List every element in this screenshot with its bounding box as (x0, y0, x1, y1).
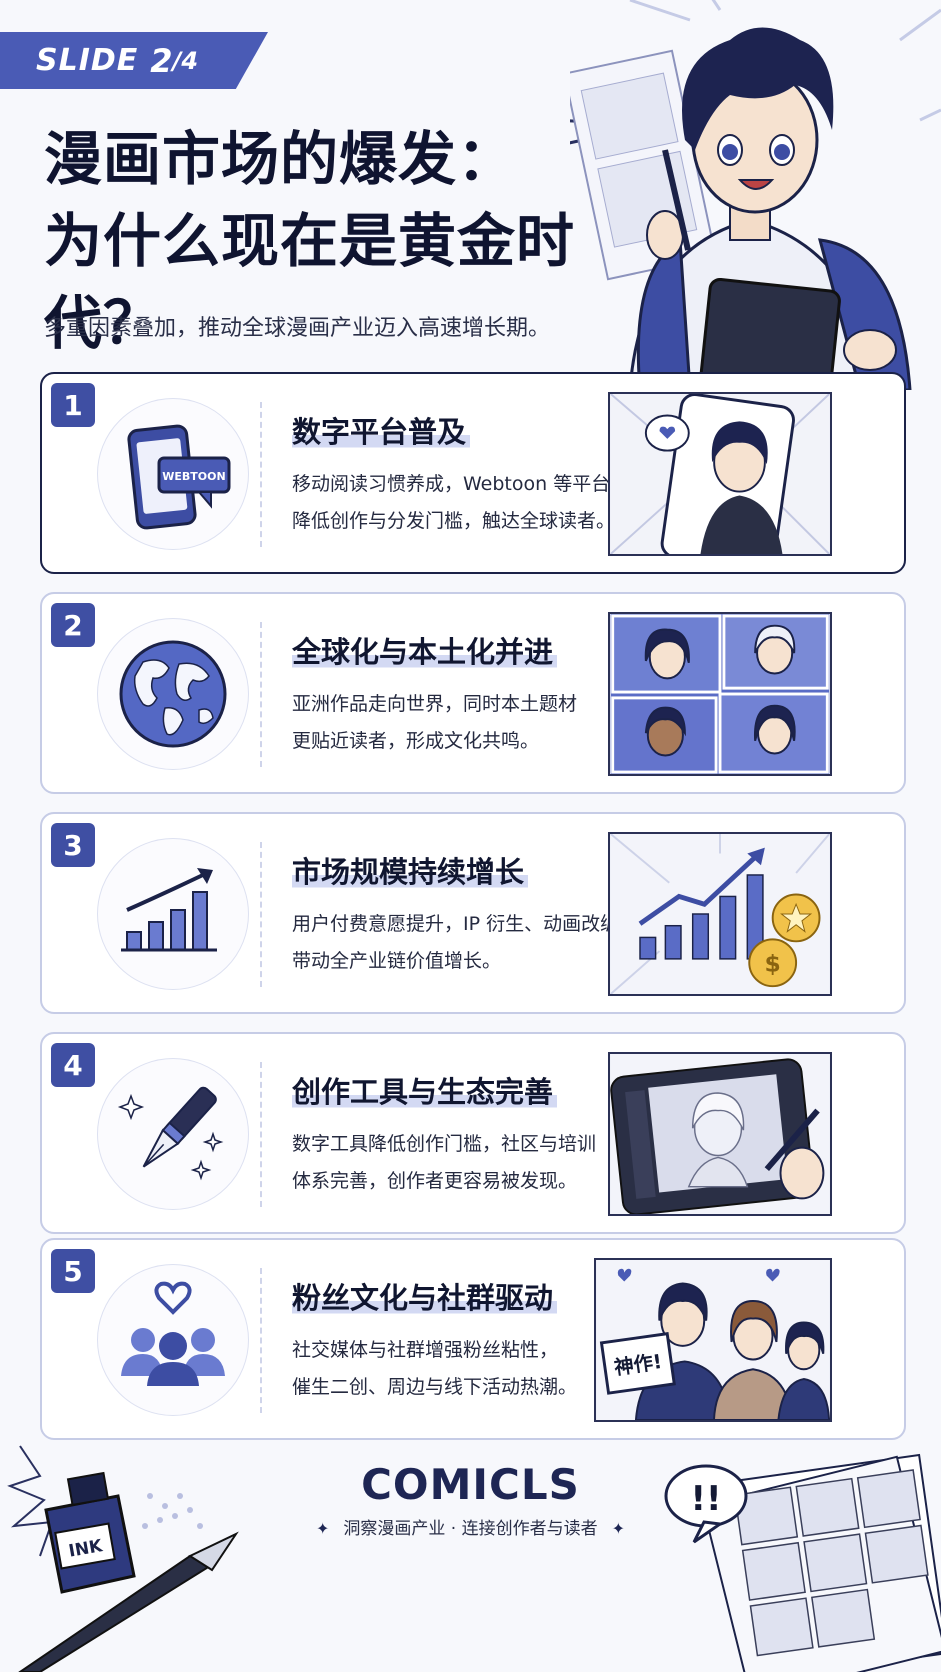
desc-line: 带动全产业链价值增长。 (292, 950, 502, 972)
card-number-badge: 3 (51, 823, 95, 867)
card-divider (260, 842, 262, 987)
page-subtitle: 多重因素叠加，推动全球漫画产业迈入高速增长期。 (44, 316, 551, 341)
desc-line: 数字工具降低创作门槛，社区与培训 (292, 1133, 597, 1155)
globe-icon (119, 640, 227, 748)
slide-indicator: SLIDE 2 /4 (0, 32, 268, 89)
card-title: 粉丝文化与社群驱动 (292, 1275, 558, 1317)
card-title: 数字平台普及 (292, 409, 471, 451)
card-description: 亚洲作品走向世界，同时本土题材 更贴近读者，形成文化共鸣。 (292, 686, 622, 760)
factor-card-5: 5 粉丝文化与社群驱动 社交媒体与社群增强粉丝粘性， 催生二创、周边与线下活动热… (40, 1238, 906, 1440)
icon-holder (97, 1264, 249, 1416)
card-title: 全球化与本土化并进 (292, 629, 558, 671)
exclaim-text: !! (690, 1479, 721, 1519)
global-characters-illustration (608, 612, 832, 776)
card-number-badge: 4 (51, 1043, 95, 1087)
factor-card-1: 1 WEBTOON 数字平台普及 移动阅读习惯养成，Webtoon 等平台 降低… (40, 372, 906, 574)
drawing-tablet-illustration (608, 1052, 832, 1216)
card-title: 创作工具与生态完善 (292, 1069, 558, 1111)
icon-holder (97, 1058, 249, 1210)
sparkle-icon: ✦ (611, 1519, 626, 1538)
fountain-pen-icon (117, 1086, 224, 1181)
slide-current: 2 (150, 41, 173, 80)
smartphone-webtoon-icon: WEBTOON (127, 424, 231, 530)
card-description: 数字工具降低创作门槛，社区与培训 体系完善，创作者更容易被发现。 (292, 1126, 622, 1200)
card-divider (260, 402, 262, 547)
slide-page: SLIDE 2 /4 漫画市场的爆发： 为什么现在是黄金时代？ 多重因素叠加，推… (0, 0, 941, 1672)
desc-line: 社交媒体与社群增强粉丝粘性， (292, 1339, 559, 1361)
desc-line: 降低创作与分发门槛，触达全球读者。 (292, 510, 616, 532)
desc-line: 用户付费意愿提升，IP 衍生、动画改编 (292, 913, 620, 935)
card-divider (260, 622, 262, 767)
card-number-badge: 1 (51, 383, 95, 427)
card-description: 用户付费意愿提升，IP 衍生、动画改编 带动全产业链价值增长。 (292, 906, 622, 980)
desc-line: 更贴近读者，形成文化共鸣。 (292, 730, 540, 752)
sparkle-icon: ✦ (315, 1519, 330, 1538)
desc-line: 亚洲作品走向世界，同时本土题材 (292, 693, 578, 715)
comic-pages-illustration: !! (664, 1453, 941, 1672)
webtoon-badge-text: WEBTOON (162, 470, 225, 483)
card-divider (260, 1062, 262, 1207)
hero-artist-illustration (570, 0, 941, 390)
svg-text:$: $ (765, 950, 781, 978)
fans-illustration: 神作! (594, 1258, 832, 1422)
growth-chart-icon (121, 868, 217, 952)
desc-line: 移动阅读习惯养成，Webtoon 等平台 (292, 473, 611, 495)
card-description: 社交媒体与社群增强粉丝粘性， 催生二创、周边与线下活动热潮。 (292, 1332, 622, 1406)
icon-holder (97, 618, 249, 770)
factor-card-3: 3 市场规模持续增长 用户付费意愿提升，IP 衍生、动画改编 带动全产业链价值增… (40, 812, 906, 1014)
slide-total: /4 (172, 46, 199, 75)
card-description: 移动阅读习惯养成，Webtoon 等平台 降低创作与分发门槛，触达全球读者。 (292, 466, 622, 540)
desc-line: 催生二创、周边与线下活动热潮。 (292, 1376, 578, 1398)
desc-line: 体系完善，创作者更容易被发现。 (292, 1170, 578, 1192)
card-title: 市场规模持续增长 (292, 849, 529, 891)
slide-label: SLIDE (36, 43, 139, 78)
card-divider (260, 1268, 262, 1413)
card-number-badge: 2 (51, 603, 95, 647)
community-heart-icon (121, 1281, 225, 1386)
factor-card-4: 4 创作工具与生态完善 数字工具降低创作门槛，社区与培训 体系完善，创作者更容易… (40, 1032, 906, 1234)
factor-card-2: 2 全球化与本土化并进 亚洲作品走向世界，同时本土题材 更贴近读者，形成文化共鸣… (40, 592, 906, 794)
card-number-badge: 5 (51, 1249, 95, 1293)
market-growth-illustration: $ (608, 832, 832, 996)
icon-holder: WEBTOON (97, 398, 249, 550)
icon-holder (97, 838, 249, 990)
tagline-text: 洞察漫画产业 · 连接创作者与读者 (343, 1519, 598, 1539)
phone-character-illustration (608, 392, 832, 556)
